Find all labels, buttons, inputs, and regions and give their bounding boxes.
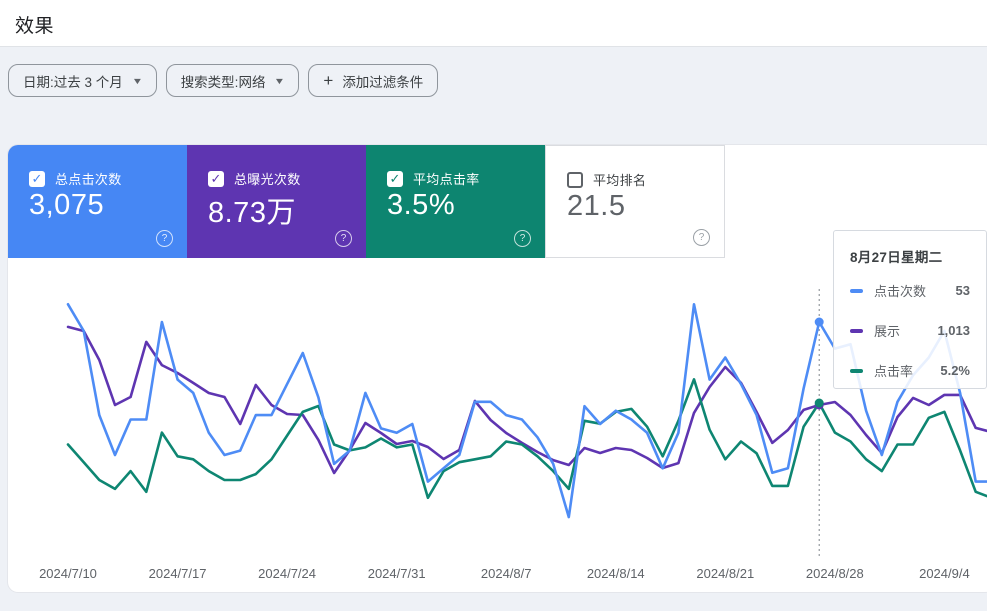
tooltip-metric-value: 5.2% xyxy=(940,363,970,378)
help-icon[interactable]: ? xyxy=(156,230,173,247)
plus-icon: + xyxy=(323,70,334,90)
date-filter-label: 日期:过去 3 个月 xyxy=(23,74,123,90)
top-bar: 效果 xyxy=(0,0,987,47)
tooltip-metric-label: 展示 xyxy=(874,324,901,339)
tooltip-row-ctr: 点击率 5.2% xyxy=(850,361,970,380)
tooltip-date: 8月27日星期二 xyxy=(850,250,943,265)
chart-tooltip: 8月27日星期二 点击次数 53 展示 1,013 点击率 5.2% xyxy=(833,230,987,389)
impressions-legend-dash-icon xyxy=(850,328,863,333)
tooltip-metric-value: 1,013 xyxy=(937,323,970,338)
caret-down-icon: ▼ xyxy=(131,75,144,86)
x-axis-label: 2024/8/21 xyxy=(696,566,755,581)
x-axis-label: 2024/8/28 xyxy=(805,566,864,581)
x-axis-label: 2024/8/7 xyxy=(480,566,532,581)
add-filter-label: 添加过滤条件 xyxy=(342,74,424,90)
page-title: 效果 xyxy=(15,16,55,37)
add-filter-chip[interactable]: + 添加过滤条件 xyxy=(308,64,439,97)
x-axis-label: 2024/7/17 xyxy=(148,566,207,581)
metric-value: 21.5 xyxy=(567,190,626,222)
search-type-filter-chip[interactable]: 搜索类型:网络 ▼ xyxy=(165,64,300,97)
help-icon[interactable]: ? xyxy=(693,229,710,246)
search-type-filter-label: 搜索类型:网络 xyxy=(180,74,266,90)
metric-card-clicks[interactable]: ✓ 总点击次数 3,075 ? xyxy=(8,145,187,258)
metric-value: 3.5% xyxy=(387,189,456,221)
checkbox-checked-icon[interactable]: ✓ xyxy=(208,170,224,187)
x-axis-label: 2024/7/31 xyxy=(367,566,426,581)
x-axis: 2024/7/10 2024/7/17 2024/7/24 2024/7/31 2024… xyxy=(0,566,987,586)
x-axis-label: 2024/9/4 xyxy=(919,566,970,581)
tooltip-metric-label: 点击次数 xyxy=(874,284,927,299)
help-icon[interactable]: ? xyxy=(335,230,352,247)
checkbox-checked-icon[interactable]: ✓ xyxy=(29,170,45,187)
clicks-legend-dash-icon xyxy=(850,288,863,293)
tooltip-row-impressions: 展示 1,013 xyxy=(850,321,970,340)
metric-value: 3,075 xyxy=(29,189,105,221)
x-axis-label: 2024/8/14 xyxy=(586,566,645,581)
metric-label: 平均排名 xyxy=(593,173,647,188)
x-axis-label: 2024/7/24 xyxy=(258,566,317,581)
metric-label: 总点击次数 xyxy=(55,172,122,187)
ctr-legend-dash-icon xyxy=(850,368,863,373)
metric-value: 8.73万 xyxy=(208,197,296,229)
caret-down-icon: ▼ xyxy=(274,75,286,86)
metric-card-ctr[interactable]: ✓ 平均点击率 3.5% ? xyxy=(366,145,545,258)
metric-label: 平均点击率 xyxy=(413,172,480,187)
help-icon[interactable]: ? xyxy=(514,230,531,247)
metric-card-position[interactable]: 平均排名 21.5 ? xyxy=(545,145,725,258)
metric-card-impressions[interactable]: ✓ 总曝光次数 8.73万 ? xyxy=(187,145,366,258)
filter-bar: 日期:过去 3 个月 ▼ 搜索类型:网络 ▼ + 添加过滤条件 xyxy=(8,64,439,97)
checkbox-checked-icon[interactable]: ✓ xyxy=(387,170,403,187)
checkbox-unchecked-icon[interactable] xyxy=(567,171,583,188)
tooltip-row-clicks: 点击次数 53 xyxy=(850,281,970,300)
x-axis-label: 2024/7/10 xyxy=(39,566,97,581)
tooltip-metric-label: 点击率 xyxy=(874,364,914,379)
date-filter-chip[interactable]: 日期:过去 3 个月 ▼ xyxy=(8,64,157,97)
tooltip-metric-value: 53 xyxy=(955,283,970,298)
metric-label: 总曝光次数 xyxy=(234,172,301,187)
